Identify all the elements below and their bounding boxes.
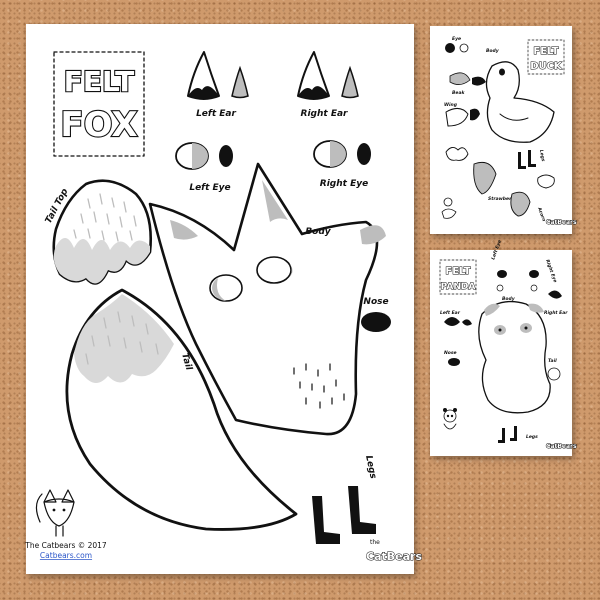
duck-title-line1: FELT — [533, 46, 558, 57]
right-eye-piece — [313, 140, 371, 168]
duck-body-label: Body — [486, 48, 500, 54]
tail-piece — [65, 288, 298, 531]
panda-title-line1: FELT — [445, 266, 470, 277]
tail-top-piece — [52, 179, 152, 285]
right-eye-label: Right Eye — [320, 179, 368, 189]
duck-legs-piece — [518, 150, 536, 169]
brand-logo-text: CatBears — [366, 550, 422, 563]
duck-template-sheet: FELT DUCK Eye Body Beak Wing Legs Strawb… — [430, 26, 577, 234]
legs-label: Legs — [363, 455, 378, 481]
panda-left-ear-label: Left Ear — [440, 310, 461, 316]
acorn-piece — [510, 174, 555, 217]
left-eye-label: Left Eye — [189, 183, 230, 193]
panda-right-ear-piece — [548, 290, 562, 299]
duck-brand-text: CatBears — [546, 219, 577, 226]
panda-template-drawing: FELT PANDA Left Eye Right Eye Body Left … — [439, 239, 577, 451]
nose-piece — [361, 312, 391, 332]
left-ear-piece — [187, 51, 249, 100]
panda-tail-piece — [547, 367, 561, 381]
fox-template-drawing: FELT FOX Left Ear Right Ear Left Eye Rig… — [24, 51, 423, 564]
legs-piece — [312, 486, 376, 544]
panda-nose-label: Nose — [444, 350, 457, 356]
fox-title-line2: FOX — [60, 105, 137, 145]
panda-left-ear-piece — [444, 317, 472, 326]
panda-legs-piece — [498, 426, 517, 443]
panda-right-eye-label: Right Eye — [544, 259, 558, 284]
brand-small-text: the — [370, 539, 380, 546]
duck-template-drawing: FELT DUCK Eye Body Beak Wing Legs Strawb… — [441, 36, 577, 227]
copyright-text: The Catbears © 2017 — [24, 541, 107, 550]
fox-title-line1: FELT — [64, 65, 135, 98]
website-link[interactable]: Catbears.com — [40, 551, 92, 560]
duck-beak-label: Beak — [452, 90, 466, 96]
panda-brand-text: CatBears — [546, 443, 577, 450]
duck-wing-label: Wing — [444, 102, 458, 108]
panda-left-eye-piece — [496, 270, 507, 292]
nose-label: Nose — [363, 297, 388, 307]
strawberry-piece — [445, 147, 497, 195]
panda-body-piece — [478, 300, 551, 414]
duck-eye-label: Eye — [452, 36, 461, 42]
left-eye-piece — [175, 142, 233, 170]
panda-tail-label: Tail — [548, 358, 557, 364]
panda-right-eye-piece — [529, 270, 539, 292]
panda-body-label: Body — [502, 296, 516, 302]
right-ear-piece — [297, 51, 359, 100]
duck-eye-piece — [445, 43, 455, 53]
panda-title-line2: PANDA — [441, 282, 476, 292]
duck-beak-piece — [449, 72, 486, 86]
fox-template-sheet: FELT FOX Left Ear Right Ear Left Eye Rig… — [24, 24, 423, 574]
duck-legs-label: Legs — [538, 149, 546, 162]
body-label: Body — [305, 227, 331, 237]
duck-title-line2: DUCK — [530, 61, 563, 72]
right-ear-label: Right Ear — [301, 109, 349, 119]
duck-doodle-logo — [441, 197, 457, 219]
panda-nose-piece — [448, 358, 460, 366]
duck-wing-piece — [445, 108, 480, 127]
body-piece — [148, 162, 386, 436]
panda-right-ear-label: Right Ear — [544, 310, 568, 316]
panda-doodle-logo — [443, 408, 457, 430]
left-ear-label: Left Ear — [196, 109, 236, 119]
panda-template-sheet: FELT PANDA Left Eye Right Eye Body Left … — [430, 239, 577, 456]
panda-legs-label: Legs — [526, 434, 538, 440]
fox-doodle-logo — [35, 489, 75, 537]
